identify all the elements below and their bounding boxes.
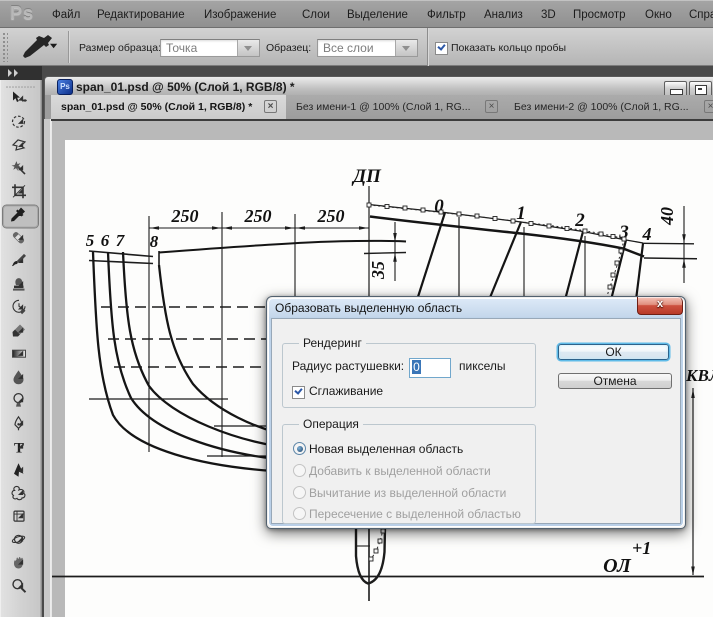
- svg-text:2: 2: [574, 210, 585, 231]
- svg-text:8: 8: [150, 232, 159, 251]
- svg-text:ДП: ДП: [351, 166, 382, 187]
- svg-text:ОЛ: ОЛ: [603, 555, 632, 577]
- svg-text:250: 250: [171, 206, 199, 226]
- svg-text:6: 6: [101, 231, 110, 250]
- svg-text:5: 5: [86, 231, 95, 250]
- svg-text:+1: +1: [632, 538, 651, 558]
- svg-text:7: 7: [116, 231, 126, 250]
- svg-text:40: 40: [657, 207, 677, 226]
- svg-text:35: 35: [368, 261, 388, 280]
- svg-text:250: 250: [317, 206, 345, 226]
- svg-text:4: 4: [642, 224, 652, 244]
- svg-text:1: 1: [516, 203, 526, 224]
- svg-text:250: 250: [244, 206, 272, 226]
- svg-text:КВЛ: КВЛ: [685, 366, 713, 385]
